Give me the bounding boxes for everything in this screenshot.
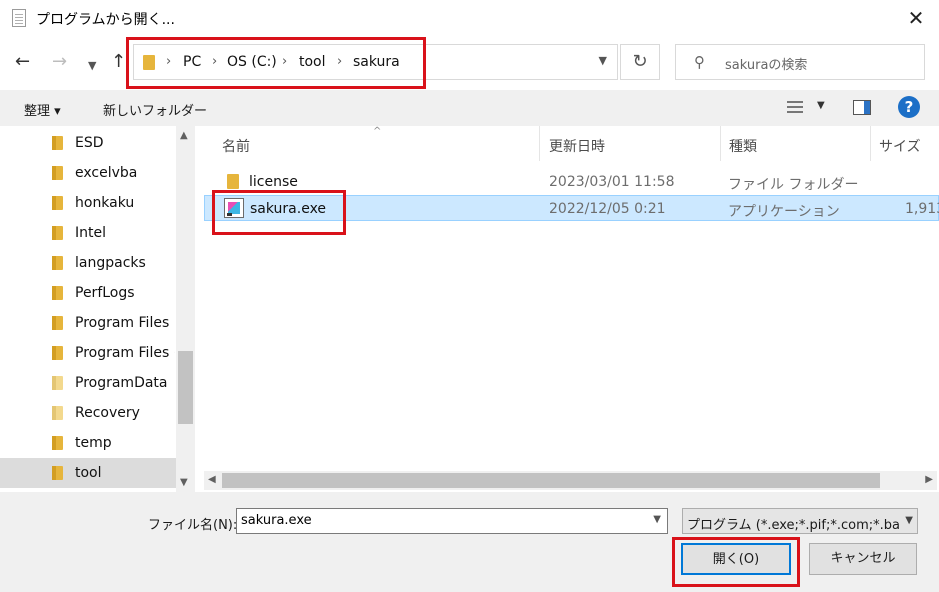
nav-item-recovery[interactable]: Recovery: [0, 398, 176, 428]
nav-item-excelvba[interactable]: excelvba: [0, 158, 176, 188]
nav-item-label: ESD: [75, 135, 104, 151]
filetype-select[interactable]: プログラム (*.exe;*.pif;*.com;*.bat;* ▼: [682, 508, 918, 534]
nav-item-program-files-x86[interactable]: Program Files (: [0, 338, 176, 368]
file-type: ファイル フォルダー: [728, 177, 859, 193]
file-list: ^ 名前 更新日時 種類 サイズ license 2023/03/01 11:5…: [196, 126, 939, 492]
folder-icon: [52, 316, 63, 330]
folder-icon: [52, 436, 63, 450]
file-date: 2022/12/05 0:21: [549, 201, 666, 217]
nav-item-label: Program Files (: [75, 345, 175, 361]
column-name[interactable]: 名前: [222, 136, 250, 156]
scroll-left-icon[interactable]: ◀: [208, 474, 216, 485]
folder-icon: [227, 174, 239, 189]
scroll-thumb[interactable]: [222, 473, 880, 488]
column-divider[interactable]: [870, 126, 871, 161]
folder-icon: [52, 286, 63, 300]
preview-pane-button[interactable]: [853, 100, 871, 115]
column-date[interactable]: 更新日時: [549, 136, 605, 156]
navigation-pane: ESD excelvba honkaku Intel langpacks Per…: [0, 126, 196, 492]
folder-icon: [52, 466, 63, 480]
forward-button[interactable]: →: [52, 52, 67, 72]
file-date: 2023/03/01 11:58: [549, 174, 675, 190]
nav-item-honkaku[interactable]: honkaku: [0, 188, 176, 218]
filename-input[interactable]: sakura.exe ▼: [236, 508, 668, 534]
sort-indicator-icon: ^: [373, 126, 382, 137]
title-bar: プログラムから開く... ✕: [0, 0, 939, 36]
folder-icon: [52, 346, 63, 360]
filename-label: ファイル名(N):: [148, 518, 238, 533]
nav-item-label: langpacks: [75, 255, 146, 271]
recent-locations-button[interactable]: ▼: [88, 56, 96, 76]
main-content: ESD excelvba honkaku Intel langpacks Per…: [0, 126, 939, 492]
folder-icon: [52, 196, 63, 210]
folder-icon: [52, 136, 63, 150]
column-divider[interactable]: [539, 126, 540, 161]
folder-icon: [52, 226, 63, 240]
nav-item-label: honkaku: [75, 195, 135, 211]
chevron-down-icon: ▼: [905, 515, 913, 526]
back-button[interactable]: ←: [15, 52, 30, 72]
new-folder-button[interactable]: 新しいフォルダー: [103, 100, 207, 119]
nav-item-label: Intel: [75, 225, 106, 241]
nav-item-label: temp: [75, 435, 112, 451]
highlight-address: [126, 37, 426, 89]
document-icon: [12, 9, 26, 27]
address-dropdown-icon[interactable]: ▼: [599, 54, 607, 67]
chevron-down-icon: ▼: [817, 100, 825, 111]
search-icon: ⚲: [694, 53, 705, 71]
scroll-up-icon[interactable]: ▲: [180, 130, 188, 141]
nav-item-label: ProgramData: [75, 375, 168, 391]
nav-item-label: Program Files: [75, 315, 170, 331]
close-button[interactable]: ✕: [893, 0, 939, 36]
scroll-thumb[interactable]: [178, 351, 193, 424]
nav-item-program-files[interactable]: Program Files: [0, 308, 176, 338]
file-size: 1,913: [905, 201, 939, 217]
nav-item-label: PerfLogs: [75, 285, 135, 301]
window-title: プログラムから開く...: [36, 12, 175, 28]
nav-item-temp[interactable]: temp: [0, 428, 176, 458]
column-type[interactable]: 種類: [729, 136, 757, 156]
refresh-button[interactable]: ↻: [620, 44, 660, 80]
navpane-scrollbar[interactable]: ▲ ▼: [176, 126, 195, 492]
column-divider[interactable]: [720, 126, 721, 161]
highlight-open-button: [672, 537, 800, 587]
help-button[interactable]: ?: [898, 96, 920, 118]
nav-item-intel[interactable]: Intel: [0, 218, 176, 248]
scroll-right-icon[interactable]: ▶: [925, 474, 933, 485]
nav-item-programdata[interactable]: ProgramData: [0, 368, 176, 398]
filetype-value: プログラム (*.exe;*.pif;*.com;*.bat;*: [687, 518, 899, 533]
folder-icon: [52, 256, 63, 270]
filename-value[interactable]: sakura.exe: [241, 513, 312, 528]
column-header-row: ^ 名前 更新日時 種類 サイズ: [196, 126, 939, 161]
file-name: license: [249, 174, 298, 190]
nav-item-tool[interactable]: tool: [0, 458, 176, 488]
folder-icon: [52, 376, 63, 390]
organize-button[interactable]: 整理 ▾: [24, 100, 61, 119]
folder-icon: [52, 166, 63, 180]
column-size[interactable]: サイズ: [879, 136, 921, 156]
view-options-button[interactable]: ▼: [787, 99, 827, 117]
scroll-down-icon[interactable]: ▼: [180, 477, 188, 488]
horizontal-scrollbar[interactable]: ◀ ▶: [204, 471, 937, 490]
search-box[interactable]: ⚲ sakuraの検索: [675, 44, 925, 80]
nav-item-label: tool: [75, 465, 102, 481]
details-view-icon: [787, 101, 803, 113]
nav-item-label: Recovery: [75, 405, 140, 421]
folder-icon: [52, 406, 63, 420]
toolbar: 整理 ▾ 新しいフォルダー ▼ ?: [0, 90, 939, 126]
up-button[interactable]: ↑: [111, 52, 126, 72]
nav-item-esd[interactable]: ESD: [0, 128, 176, 158]
nav-item-langpacks[interactable]: langpacks: [0, 248, 176, 278]
chevron-down-icon[interactable]: ▼: [653, 514, 661, 525]
highlight-file: [212, 190, 346, 235]
nav-item-perflogs[interactable]: PerfLogs: [0, 278, 176, 308]
file-type: アプリケーション: [728, 204, 840, 220]
nav-item-label: excelvba: [75, 165, 138, 181]
cancel-button[interactable]: キャンセル: [809, 543, 917, 575]
search-input[interactable]: sakuraの検索: [725, 54, 807, 73]
